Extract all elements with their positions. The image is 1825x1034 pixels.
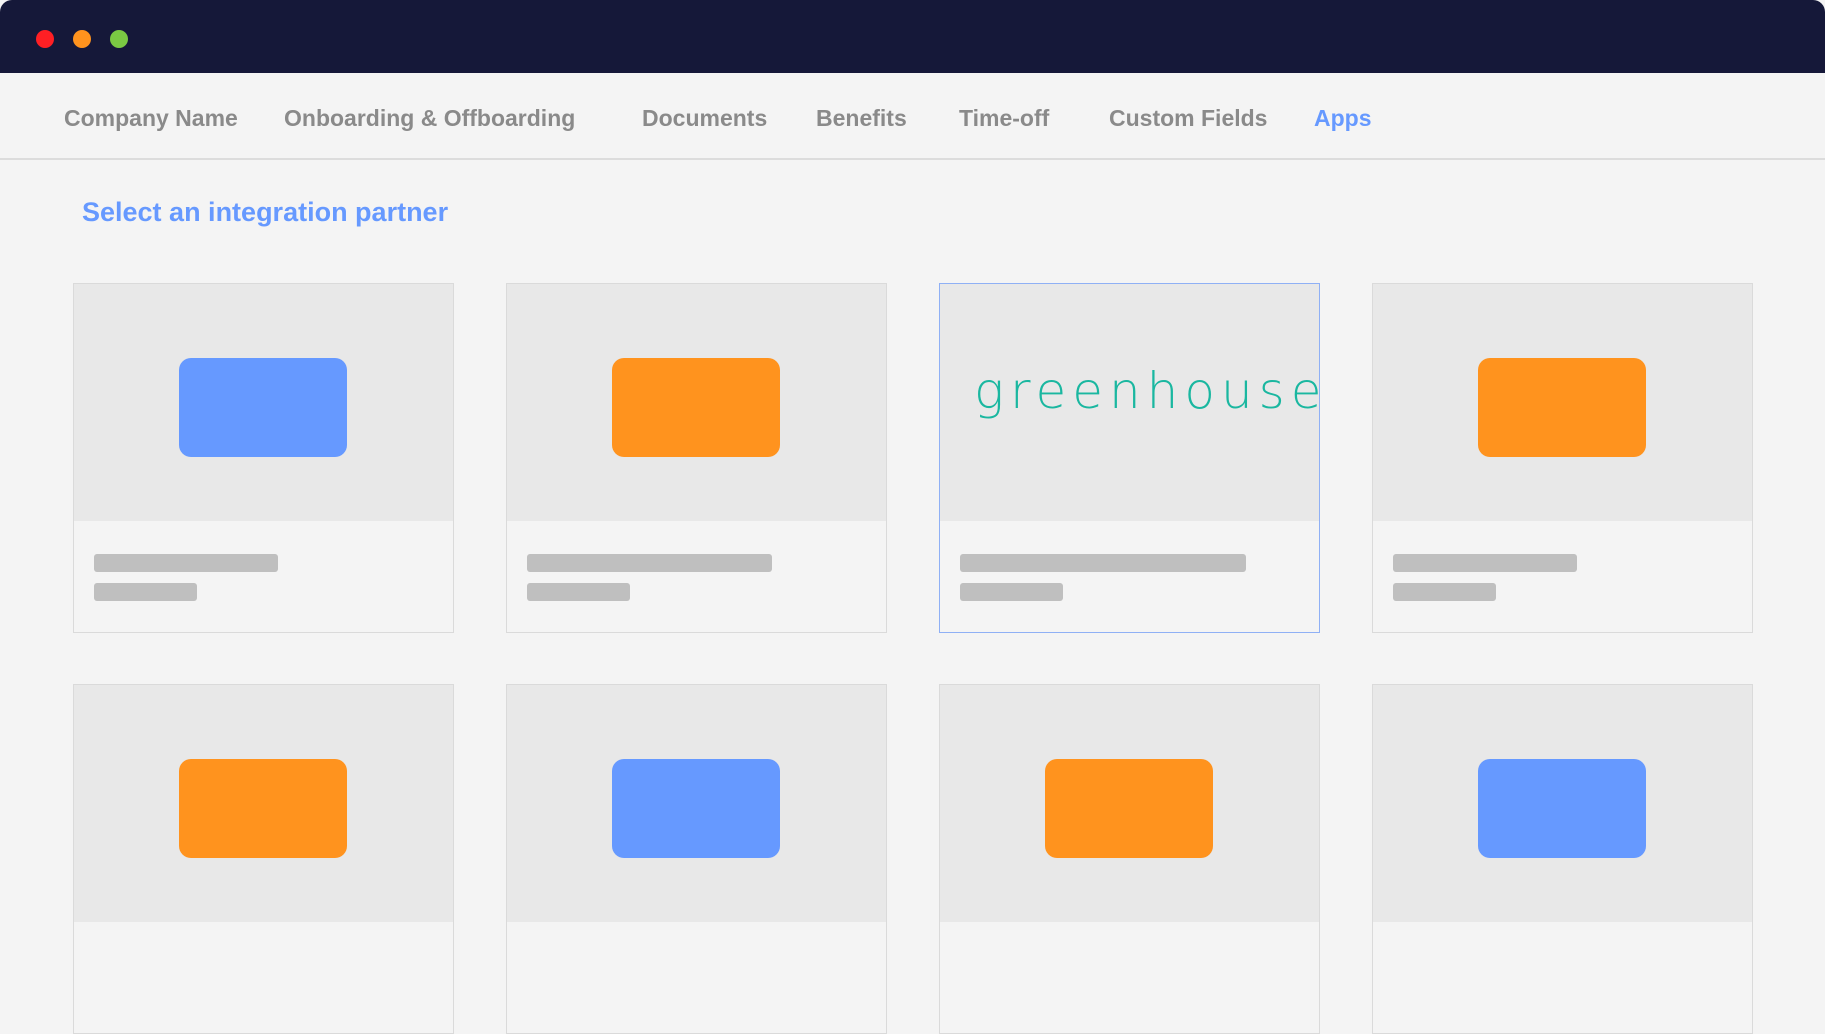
partner-category-placeholder: [960, 583, 1063, 601]
integration-card[interactable]: [73, 283, 454, 633]
integration-card[interactable]: [506, 684, 887, 1034]
card-image-area: [507, 284, 886, 521]
page-title: Select an integration partner: [82, 197, 449, 227]
maximize-window-button[interactable]: [110, 30, 128, 48]
greenhouse-logo: greenhouse: [974, 362, 1328, 420]
card-image-area: [74, 685, 453, 922]
nav-tab-company-name[interactable]: Company Name: [64, 105, 238, 132]
nav-tab-time-off[interactable]: Time-off: [959, 105, 1049, 132]
nav-tab-onboarding-offboarding[interactable]: Onboarding & Offboarding: [284, 105, 575, 132]
nav-tab-apps[interactable]: Apps: [1314, 105, 1372, 132]
partner-logo-placeholder: [612, 759, 780, 858]
card-image-area: [940, 685, 1319, 922]
integration-card[interactable]: [73, 684, 454, 1034]
nav-tab-benefits[interactable]: Benefits: [816, 105, 907, 132]
partner-logo-placeholder: [1478, 759, 1646, 858]
window-titlebar: [0, 0, 1825, 73]
partner-logo-placeholder: [179, 358, 347, 457]
close-window-button[interactable]: [36, 30, 54, 48]
partner-name-placeholder: [960, 554, 1246, 572]
partner-logo-placeholder: [612, 358, 780, 457]
partner-category-placeholder: [94, 583, 197, 601]
top-nav: Company Name Onboarding & Offboarding Do…: [0, 73, 1825, 160]
partner-category-placeholder: [1393, 583, 1496, 601]
card-image-area: [507, 685, 886, 922]
integration-card[interactable]: [1372, 283, 1753, 633]
integration-card[interactable]: [1372, 684, 1753, 1034]
card-image-area: [1373, 284, 1752, 521]
partner-logo-placeholder: [1045, 759, 1213, 858]
integration-card[interactable]: [506, 283, 887, 633]
nav-tab-custom-fields[interactable]: Custom Fields: [1109, 105, 1267, 132]
partner-name-placeholder: [94, 554, 278, 572]
card-image-area: [1373, 685, 1752, 922]
partner-name-placeholder: [527, 554, 772, 572]
partner-logo-placeholder: [1478, 358, 1646, 457]
partner-category-placeholder: [527, 583, 630, 601]
partner-logo-placeholder: [179, 759, 347, 858]
partner-name-placeholder: [1393, 554, 1577, 572]
nav-tab-documents[interactable]: Documents: [642, 105, 767, 132]
card-image-area: greenhouse: [940, 284, 1321, 521]
integration-card-greenhouse[interactable]: greenhouse: [939, 283, 1321, 633]
minimize-window-button[interactable]: [73, 30, 91, 48]
card-image-area: [74, 284, 453, 521]
integration-card[interactable]: [939, 684, 1320, 1034]
